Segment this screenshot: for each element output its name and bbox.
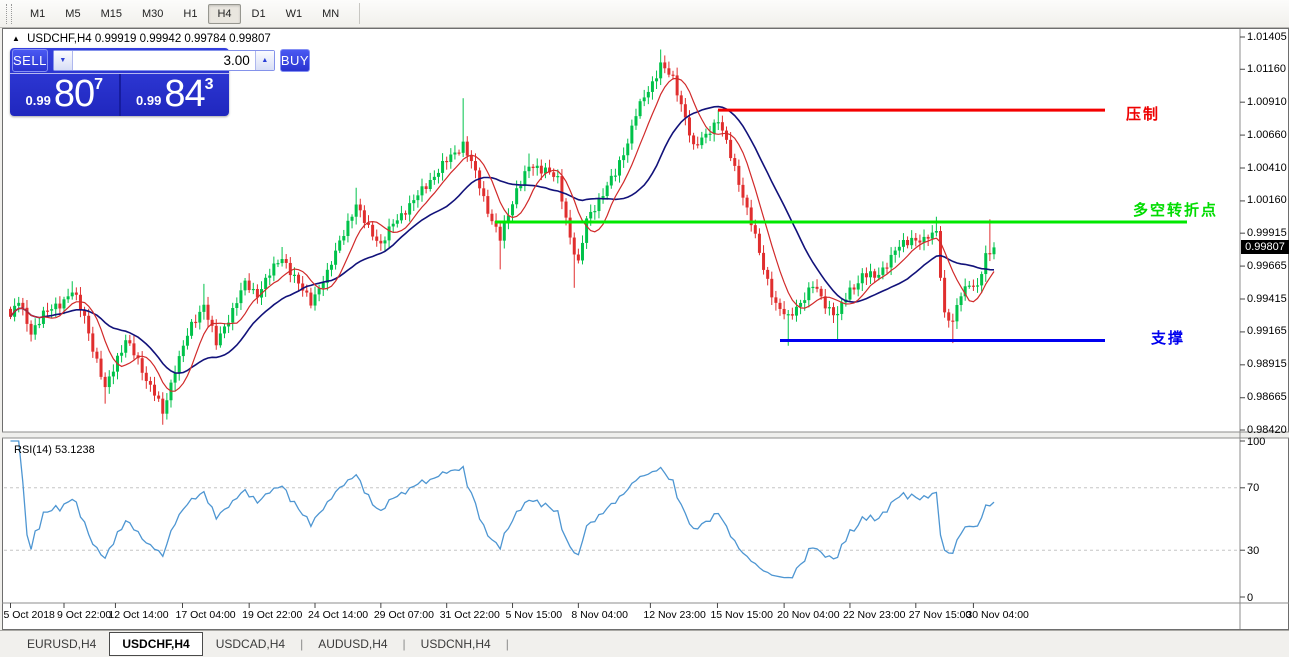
time-axis-label: 20 Nov 04:00 (777, 609, 839, 621)
time-axis-label: 9 Oct 22:00 (57, 609, 111, 621)
sell-price-big-digits: 80 (54, 74, 94, 116)
buy-price-prefix: 0.99 (136, 93, 161, 108)
timeframe-toolbar: M1M5M15M30H1H4D1W1MN (0, 0, 1289, 28)
tab-eurusd-h4[interactable]: EURUSD,H4 (14, 632, 109, 656)
time-axis-label: 29 Oct 07:00 (374, 609, 434, 621)
price-scale-label: 0.99915 (1247, 227, 1287, 239)
time-axis-label: 27 Nov 15:00 (909, 609, 971, 621)
time-axis-label: 17 Oct 04:00 (176, 609, 236, 621)
chart-ohlc-values: 0.99919 0.99942 0.99784 0.99807 (95, 33, 271, 45)
chart-plot-area[interactable] (2, 28, 1289, 630)
time-axis-label: 12 Nov 23:00 (643, 609, 705, 621)
timeframe-button-d1[interactable]: D1 (243, 4, 275, 24)
timeframe-buttons: M1M5M15M30H1H4D1W1MN (20, 4, 349, 24)
lot-decrease-button[interactable]: ▼ (54, 51, 73, 70)
timeframe-button-m5[interactable]: M5 (56, 4, 89, 24)
time-axis-label: 15 Nov 15:00 (710, 609, 772, 621)
time-axis-label: 22 Nov 23:00 (843, 609, 905, 621)
timeframe-button-mn[interactable]: MN (313, 4, 348, 24)
time-axis-label: 8 Nov 04:00 (571, 609, 628, 621)
time-axis-label: 12 Oct 14:00 (108, 609, 168, 621)
rsi-scale-label: 100 (1247, 436, 1265, 448)
collapse-arrow-icon[interactable]: ▲ (12, 34, 20, 43)
chart-symbol: USDCHF,H4 (27, 33, 92, 45)
one-click-trading-widget: SELL ▼ ▲ BUY 0.99 80 7 0.99 84 3 (10, 48, 229, 116)
toolbar-grip-handle[interactable] (6, 4, 12, 24)
tab-separator: | (401, 637, 408, 651)
price-scale-label: 1.00910 (1247, 96, 1287, 108)
buy-button[interactable]: BUY (280, 49, 310, 72)
time-axis-label: 24 Oct 14:00 (308, 609, 368, 621)
time-axis-label: 30 Nov 04:00 (966, 609, 1028, 621)
chart-title: ▲ USDCHF,H4 0.99919 0.99942 0.99784 0.99… (12, 33, 271, 45)
tab-separator: | (504, 637, 511, 651)
price-scale-label: 0.99165 (1247, 325, 1287, 337)
time-axis-label: 19 Oct 22:00 (242, 609, 302, 621)
time-axis-label: 5 Oct 2018 (4, 609, 55, 621)
rsi-scale-label: 0 (1247, 592, 1253, 604)
buy-price-pip-digit: 3 (205, 76, 214, 116)
time-axis-label: 31 Oct 22:00 (440, 609, 500, 621)
level-annotation-text[interactable]: 支撑 (1151, 327, 1185, 348)
price-scale-label: 0.99665 (1247, 260, 1287, 272)
price-scale-label: 0.98665 (1247, 391, 1287, 403)
tab-usdchf-h4[interactable]: USDCHF,H4 (109, 632, 202, 656)
timeframe-button-m30[interactable]: M30 (133, 4, 172, 24)
sell-price-button[interactable]: 0.99 80 7 (10, 74, 121, 116)
toolbar-separator (359, 3, 360, 24)
price-scale-label: 0.98915 (1247, 358, 1287, 370)
level-annotation-text[interactable]: 多空转折点 (1133, 199, 1218, 220)
price-scale-label: 1.01405 (1247, 31, 1287, 43)
timeframe-button-m15[interactable]: M15 (92, 4, 131, 24)
lot-size-control: ▼ ▲ (53, 50, 275, 71)
buy-price-big-digits: 84 (164, 74, 204, 116)
timeframe-button-m1[interactable]: M1 (21, 4, 54, 24)
price-scale-label: 0.99415 (1247, 293, 1287, 305)
sell-button[interactable]: SELL (12, 49, 48, 72)
tab-usdcnh-h4[interactable]: USDCNH,H4 (408, 632, 504, 656)
price-scale-label: 1.00410 (1247, 162, 1287, 174)
sell-price-prefix: 0.99 (26, 93, 51, 108)
current-price-badge: 0.99807 (1241, 240, 1289, 254)
timeframe-button-h4[interactable]: H4 (208, 4, 240, 24)
rsi-indicator-label: RSI(14) 53.1238 (14, 444, 95, 456)
lot-size-input[interactable] (73, 51, 255, 70)
rsi-scale-label: 70 (1247, 482, 1259, 494)
timeframe-button-w1[interactable]: W1 (277, 4, 312, 24)
tab-separator: | (298, 637, 305, 651)
time-axis-label: 5 Nov 15:00 (506, 609, 563, 621)
timeframe-button-h1[interactable]: H1 (174, 4, 206, 24)
price-scale-label: 0.98420 (1247, 424, 1287, 436)
buy-price-button[interactable]: 0.99 84 3 (121, 74, 230, 116)
price-scale-label: 1.01160 (1247, 63, 1286, 75)
price-scale-label: 1.00660 (1247, 129, 1287, 141)
rsi-scale-label: 30 (1247, 545, 1259, 557)
tab-usdcad-h4[interactable]: USDCAD,H4 (203, 632, 298, 656)
lot-increase-button[interactable]: ▲ (255, 51, 274, 70)
level-annotation-text[interactable]: 压制 (1126, 103, 1160, 124)
price-scale-label: 1.00160 (1247, 194, 1287, 206)
symbol-tab-bar: EURUSD,H4USDCHF,H4USDCAD,H4|AUDUSD,H4|US… (0, 630, 1289, 657)
sell-price-pip-digit: 7 (94, 76, 103, 116)
tab-audusd-h4[interactable]: AUDUSD,H4 (305, 632, 400, 656)
